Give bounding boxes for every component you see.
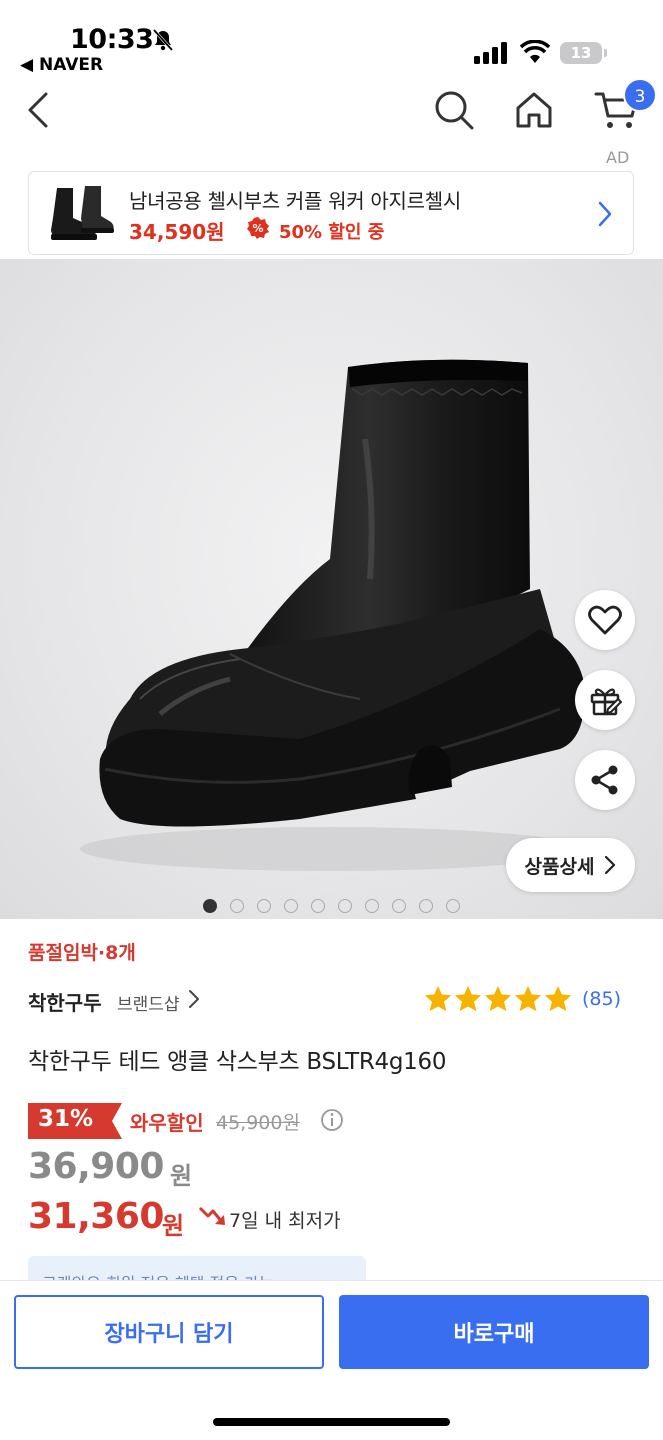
- regular-price-unit: 원: [170, 1162, 193, 1190]
- gallery-dot[interactable]: [203, 899, 217, 913]
- back-to-app-link[interactable]: ◀ NAVER: [20, 55, 103, 75]
- gift-button[interactable]: [575, 670, 635, 730]
- gallery-dot[interactable]: [392, 899, 406, 913]
- product-detail-button[interactable]: 상품상세: [506, 838, 635, 892]
- bell-muted-icon: [152, 28, 174, 52]
- gallery-dot[interactable]: [284, 899, 298, 913]
- brand-shop-link[interactable]: 브랜드샵: [117, 990, 180, 1015]
- discount-rate: 31%: [38, 1106, 94, 1132]
- percent-badge-icon: %: [247, 217, 269, 239]
- chevron-right-icon: [598, 201, 612, 227]
- svg-text:%: %: [252, 222, 263, 235]
- sale-price: 31,360: [28, 1196, 164, 1237]
- benefit-banner-text: 로켓와우 회원 전용 혜택 적용 가능: [42, 1270, 274, 1280]
- chevron-right-icon[interactable]: [188, 989, 200, 1009]
- star-icon: [484, 985, 512, 1012]
- rating-stars[interactable]: [424, 985, 572, 1013]
- gallery-dot[interactable]: [311, 899, 325, 913]
- gallery-dot[interactable]: [230, 899, 244, 913]
- ad-discount: 50% 할인 중: [279, 222, 385, 243]
- gallery-dot[interactable]: [419, 899, 433, 913]
- gallery-dot[interactable]: [257, 899, 271, 913]
- star-icon: [544, 985, 572, 1012]
- star-icon: [454, 985, 482, 1012]
- regular-price: 36,900: [28, 1146, 164, 1187]
- sale-price-unit: 원: [162, 1212, 185, 1240]
- lowest-price-note: 7일 내 최저가: [229, 1210, 341, 1232]
- gallery-pagination[interactable]: [203, 899, 460, 913]
- ad-title: 남녀공용 첼시부츠 커플 워커 아지르첼시: [129, 189, 461, 213]
- ad-price: 34,590원: [129, 220, 225, 244]
- product-image-gallery[interactable]: 상품상세: [0, 259, 663, 919]
- original-price: 45,900원: [216, 1112, 300, 1134]
- battery-indicator: 13: [560, 42, 602, 64]
- product-detail-label: 상품상세: [524, 855, 595, 878]
- share-icon: [591, 765, 618, 795]
- wifi-icon: [520, 40, 550, 63]
- benefit-banner[interactable]: 로켓와우 회원 전용 혜택 적용 가능: [28, 1256, 366, 1280]
- gallery-dot[interactable]: [446, 899, 460, 913]
- battery-cap: [604, 49, 607, 57]
- brand-name[interactable]: 착한구두: [28, 987, 102, 1016]
- home-indicator[interactable]: [213, 1418, 450, 1426]
- wow-discount-label: 와우할인: [130, 1111, 204, 1135]
- info-icon[interactable]: [320, 1108, 344, 1132]
- product-title: 착한구두 테드 앵클 삭스부츠 BSLTR4g160: [28, 1049, 447, 1075]
- status-time: 10:33: [70, 24, 154, 55]
- ad-boot-thumbnail: [51, 186, 114, 240]
- review-count[interactable]: (85): [582, 988, 621, 1010]
- ad-label: AD: [606, 148, 630, 167]
- gallery-dot[interactable]: [338, 899, 352, 913]
- home-icon[interactable]: [512, 88, 556, 132]
- trend-down-icon: [198, 1206, 225, 1225]
- bottom-action-bar: 장바구니 담기 바로구매: [0, 1280, 663, 1440]
- search-icon[interactable]: [432, 88, 476, 132]
- star-icon: [424, 985, 452, 1012]
- buy-now-button[interactable]: 바로구매: [339, 1295, 649, 1369]
- back-arrow-icon[interactable]: [22, 88, 62, 132]
- gift-icon: [590, 688, 622, 716]
- product-boot-photo: [80, 359, 586, 871]
- add-to-cart-button[interactable]: 장바구니 담기: [14, 1295, 324, 1369]
- share-button[interactable]: [575, 750, 635, 810]
- cellular-signal-icon: [474, 42, 507, 64]
- status-bar: 10:33 ◀ NAVER 13: [0, 0, 663, 80]
- cart-count-badge: 3: [623, 78, 657, 112]
- chevron-right-icon: [605, 855, 616, 875]
- gallery-dot[interactable]: [365, 899, 379, 913]
- stock-notice: 품절임박·8개: [28, 942, 136, 964]
- ad-banner[interactable]: 남녀공용 첼시부츠 커플 워커 아지르첼시 34,590원 % 50% 할인 중: [28, 171, 634, 255]
- star-icon: [514, 985, 542, 1012]
- heart-icon: [588, 605, 622, 635]
- wishlist-button[interactable]: [575, 590, 635, 650]
